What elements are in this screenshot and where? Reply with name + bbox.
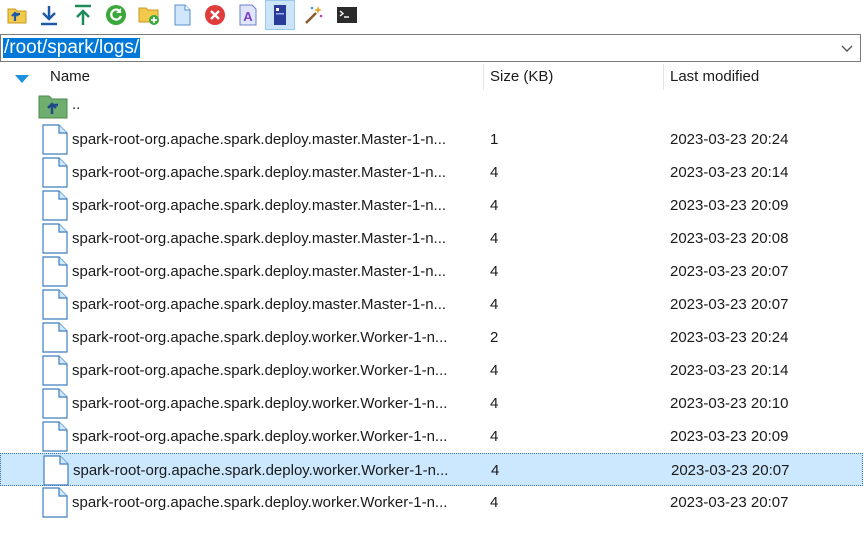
file-size: 4 <box>490 428 499 445</box>
file-row[interactable]: spark-root-org.apache.spark.deploy.maste… <box>0 222 863 255</box>
new-file-icon <box>174 4 191 26</box>
file-row[interactable]: spark-root-org.apache.spark.deploy.worke… <box>0 486 863 519</box>
file-modified: 2023-03-23 20:14 <box>670 362 789 379</box>
file-row[interactable]: spark-root-org.apache.spark.deploy.worke… <box>0 321 863 354</box>
file-size: 1 <box>490 131 499 148</box>
terminal-button[interactable] <box>332 0 362 30</box>
file-name: spark-root-org.apache.spark.deploy.worke… <box>72 494 448 511</box>
parent-directory-row[interactable]: .. <box>0 90 863 123</box>
column-divider[interactable] <box>663 64 664 90</box>
delete-button[interactable] <box>200 0 230 30</box>
column-divider[interactable] <box>483 64 484 90</box>
upload-button[interactable] <box>68 0 98 30</box>
file-modified: 2023-03-23 20:14 <box>670 164 789 181</box>
file-size: 4 <box>490 362 499 379</box>
file-row[interactable]: spark-root-org.apache.spark.deploy.maste… <box>0 156 863 189</box>
delete-icon <box>205 5 225 25</box>
file-name: spark-root-org.apache.spark.deploy.maste… <box>72 296 447 313</box>
file-row[interactable]: spark-root-org.apache.spark.deploy.worke… <box>0 387 863 420</box>
file-row[interactable]: spark-root-org.apache.spark.deploy.maste… <box>0 123 863 156</box>
file-icon <box>42 157 68 192</box>
file-modified: 2023-03-23 20:07 <box>670 263 789 280</box>
file-size: 4 <box>490 164 499 181</box>
refresh-icon <box>106 5 126 25</box>
file-modified: 2023-03-23 20:09 <box>670 197 789 214</box>
file-icon <box>42 421 68 456</box>
parent-directory-label: .. <box>72 96 81 113</box>
file-name: spark-root-org.apache.spark.deploy.worke… <box>73 462 449 479</box>
parent-folder-icon <box>7 8 27 24</box>
path-field[interactable]: /root/spark/logs/ <box>0 34 861 62</box>
file-name: spark-root-org.apache.spark.deploy.maste… <box>72 230 447 247</box>
path-input-text[interactable]: /root/spark/logs/ <box>3 38 141 58</box>
file-row[interactable]: spark-root-org.apache.spark.deploy.maste… <box>0 255 863 288</box>
file-size: 4 <box>490 230 499 247</box>
file-name: spark-root-org.apache.spark.deploy.worke… <box>72 428 448 445</box>
file-size: 4 <box>490 395 499 412</box>
expand-toggle-icon[interactable] <box>14 71 30 88</box>
file-row[interactable]: spark-root-org.apache.spark.deploy.worke… <box>0 354 863 387</box>
properties-button[interactable] <box>265 0 295 30</box>
file-name: spark-root-org.apache.spark.deploy.maste… <box>72 263 447 280</box>
upload-icon <box>75 4 91 25</box>
file-modified: 2023-03-23 20:07 <box>671 462 790 479</box>
download-icon <box>41 6 57 26</box>
file-name: spark-root-org.apache.spark.deploy.maste… <box>72 164 447 181</box>
chevron-down-icon[interactable] <box>840 42 854 59</box>
file-modified: 2023-03-23 20:24 <box>670 329 789 346</box>
file-row[interactable]: spark-root-org.apache.spark.deploy.maste… <box>0 189 863 222</box>
file-name: spark-root-org.apache.spark.deploy.worke… <box>72 329 448 346</box>
column-header-name[interactable]: Name <box>50 64 90 90</box>
file-row[interactable]: spark-root-org.apache.spark.deploy.worke… <box>0 453 863 486</box>
file-modified: 2023-03-23 20:10 <box>670 395 789 412</box>
magic-wand-icon <box>305 6 323 24</box>
properties-icon <box>274 5 286 25</box>
column-header-size[interactable]: Size (KB) <box>490 64 553 90</box>
parent-folder-button[interactable] <box>2 0 32 30</box>
column-header-modified[interactable]: Last modified <box>670 64 759 90</box>
file-icon <box>42 487 68 522</box>
terminal-icon <box>337 7 357 23</box>
file-modified: 2023-03-23 20:09 <box>670 428 789 445</box>
file-row[interactable]: spark-root-org.apache.spark.deploy.worke… <box>0 420 863 453</box>
file-modified: 2023-03-23 20:07 <box>670 494 789 511</box>
file-size: 4 <box>490 296 499 313</box>
file-name: spark-root-org.apache.spark.deploy.worke… <box>72 395 448 412</box>
file-icon <box>42 388 68 423</box>
file-size: 4 <box>490 494 499 511</box>
toolbar: A <box>0 0 864 32</box>
file-icon <box>42 322 68 357</box>
file-icon <box>42 190 68 225</box>
rename-button[interactable]: A <box>233 0 263 30</box>
magic-wand-button[interactable] <box>298 0 328 30</box>
file-size: 2 <box>490 329 499 346</box>
file-name: spark-root-org.apache.spark.deploy.maste… <box>72 131 447 148</box>
file-row[interactable]: spark-root-org.apache.spark.deploy.maste… <box>0 288 863 321</box>
svg-text:A: A <box>243 9 253 24</box>
refresh-button[interactable] <box>101 0 131 30</box>
file-icon <box>42 223 68 258</box>
rename-icon: A <box>239 4 257 26</box>
file-modified: 2023-03-23 20:08 <box>670 230 789 247</box>
file-icon <box>43 455 69 490</box>
file-icon <box>42 289 68 324</box>
column-header: Name Size (KB) Last modified <box>0 64 864 90</box>
parent-folder-icon <box>38 93 68 123</box>
file-modified: 2023-03-23 20:24 <box>670 131 789 148</box>
file-size: 4 <box>491 462 500 479</box>
file-name: spark-root-org.apache.spark.deploy.maste… <box>72 197 447 214</box>
file-icon <box>42 124 68 159</box>
file-size: 4 <box>490 263 499 280</box>
file-icon <box>42 355 68 390</box>
new-folder-button[interactable] <box>134 0 164 30</box>
new-folder-icon <box>138 7 159 25</box>
file-modified: 2023-03-23 20:07 <box>670 296 789 313</box>
file-icon <box>42 256 68 291</box>
new-file-button[interactable] <box>167 0 197 30</box>
file-name: spark-root-org.apache.spark.deploy.worke… <box>72 362 448 379</box>
file-size: 4 <box>490 197 499 214</box>
download-button[interactable] <box>34 0 64 30</box>
